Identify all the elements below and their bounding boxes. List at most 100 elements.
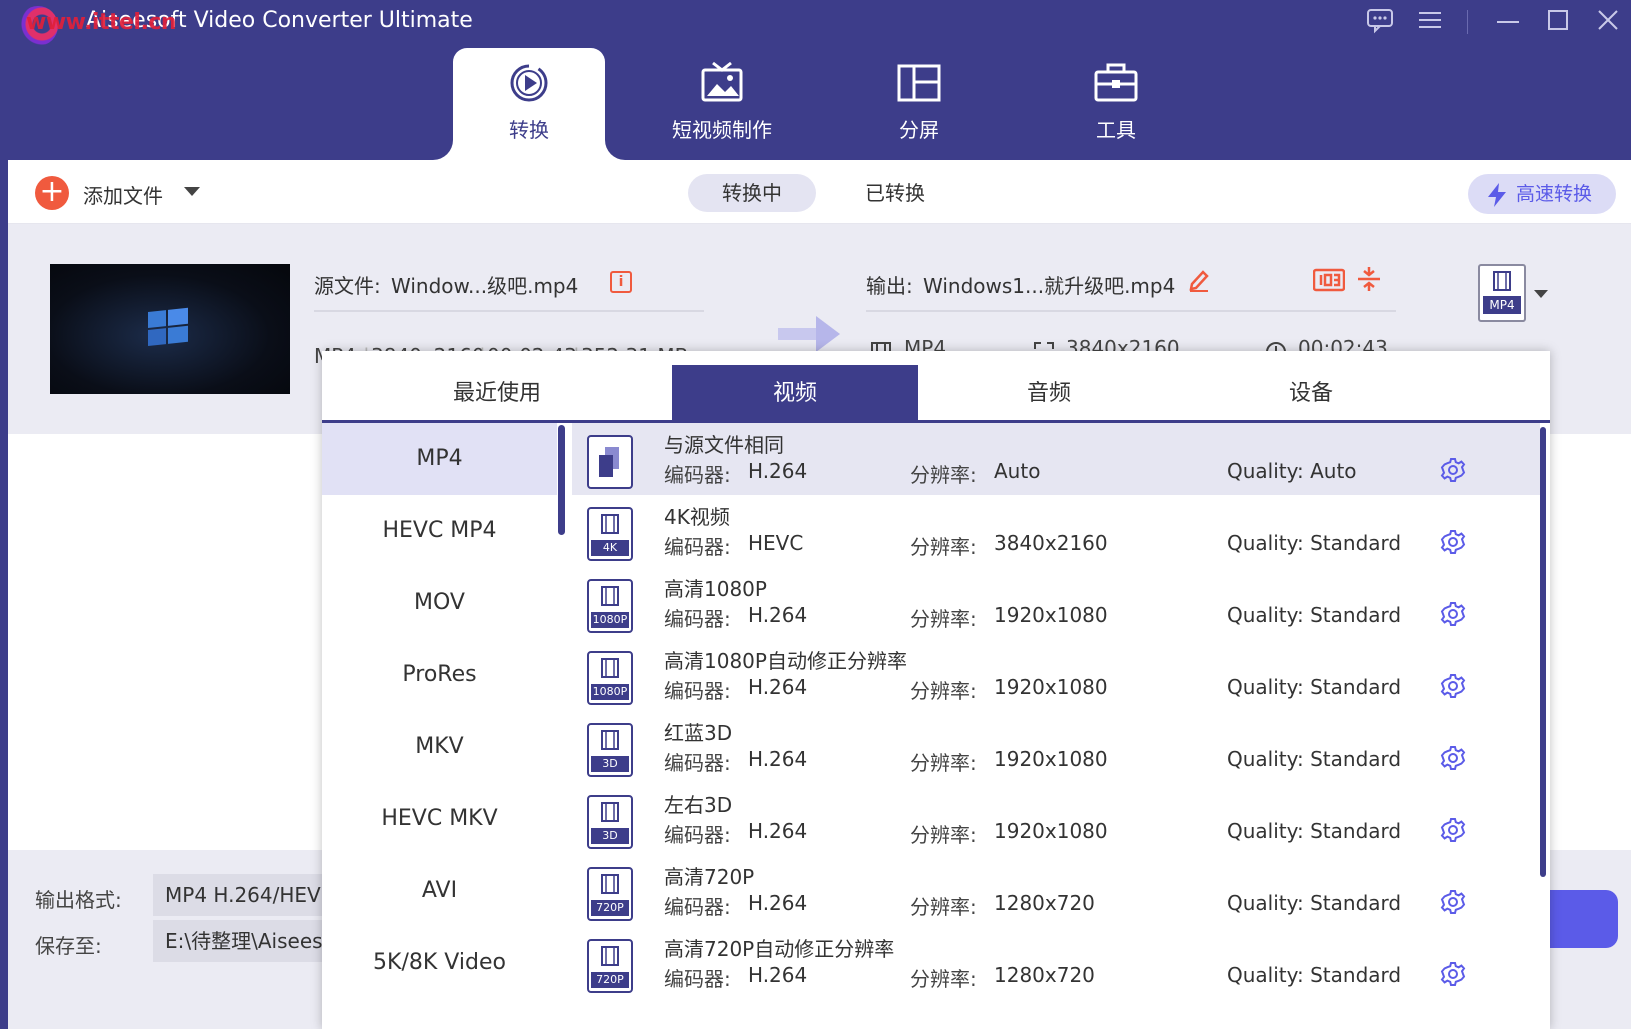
video-preset-icon: 720P (587, 867, 633, 921)
quality-value: Quality: Standard (1227, 603, 1402, 627)
category-scrollbar[interactable] (558, 425, 565, 535)
codec-label: 编码器: (664, 967, 731, 991)
convert-all-button[interactable] (1538, 890, 1618, 948)
preset-option[interactable]: 720P 高清720P自动修正分辨率 编码器: H.264 分辨率: 1280x720 Qu… (572, 927, 1540, 999)
close-icon[interactable] (1590, 6, 1626, 40)
add-file-button[interactable]: + (35, 176, 69, 210)
tab-converted[interactable]: 已转换 (840, 174, 950, 212)
source-file-prefix: 源文件: (314, 274, 381, 298)
category-hevc-mkv[interactable]: HEVC MKV (322, 783, 557, 855)
save-to-label: 保存至: (35, 934, 102, 958)
title-bar: Aiseesoft Video Converter Ultimate www.i… (0, 0, 1631, 160)
tab-mv[interactable]: 短视频制作 (646, 48, 798, 160)
format-dropdown-icon[interactable] (1534, 290, 1548, 298)
add-file-label[interactable]: 添加文件 (83, 180, 163, 209)
gear-icon[interactable] (1440, 889, 1466, 919)
tab-audio[interactable]: 音频 (918, 365, 1180, 423)
toolbox-icon (1094, 63, 1138, 102)
add-file-dropdown-icon[interactable] (184, 187, 200, 196)
info-icon[interactable]: i (610, 271, 632, 293)
preset-option[interactable]: 与源文件相同 编码器: H.264 分辨率: Auto Quality: Auto (572, 423, 1540, 495)
codec-value: HEVC (748, 531, 804, 555)
gear-icon[interactable] (1440, 457, 1466, 487)
output-prefix: 输出: (866, 274, 913, 298)
mv-icon (701, 61, 743, 102)
feedback-icon[interactable] (1362, 6, 1398, 40)
output-format-selector[interactable]: MP4 (1478, 264, 1526, 322)
tab-converting[interactable]: 转换中 (688, 174, 816, 212)
preset-option[interactable]: 720P 高清720P 编码器: H.264 分辨率: 1280x720 Quality: … (572, 855, 1540, 927)
preset-name: 高清720P自动修正分辨率 (664, 937, 895, 961)
category-5k8k-video[interactable]: 5K/8K Video (322, 927, 557, 999)
gear-icon[interactable] (1440, 961, 1466, 991)
output-file-name: Windows1...就升级吧.mp4 (923, 274, 1176, 298)
toolbar: + 添加文件 转换中 已转换 高速转换 (8, 160, 1631, 224)
divider (314, 310, 704, 312)
gear-icon[interactable] (1440, 817, 1466, 847)
category-hevc-mp4[interactable]: HEVC MP4 (322, 495, 557, 567)
tab-collage[interactable]: 分屏 (843, 48, 995, 160)
tab-toolbox[interactable]: 工具 (1040, 48, 1192, 160)
codec-label: 编码器: (664, 751, 731, 775)
collage-icon (897, 64, 941, 102)
gear-icon[interactable] (1440, 601, 1466, 631)
codec-label: 编码器: (664, 895, 731, 919)
minimize-icon[interactable] (1490, 6, 1526, 40)
codec-label: 编码器: (664, 463, 731, 487)
tab-convert[interactable]: 转换 (453, 48, 605, 160)
preset-name: 4K视频 (664, 505, 730, 529)
codec-label: 编码器: (664, 535, 731, 559)
preset-option[interactable]: 1080P 高清1080P 编码器: H.264 分辨率: 1920x1080 Qualit… (572, 567, 1540, 639)
codec-label: 编码器: (664, 679, 731, 703)
codec-label: 编码器: (664, 607, 731, 631)
preset-option[interactable]: 1080P 高清1080P自动修正分辨率 编码器: H.264 分辨率: 1920x108… (572, 639, 1540, 711)
codec-value: H.264 (748, 747, 808, 771)
video-preset-icon: 720P (587, 939, 633, 993)
cut-icon[interactable] (1356, 264, 1382, 294)
video-preset-icon: 3D (587, 795, 633, 849)
preset-list: 与源文件相同 编码器: H.264 分辨率: Auto Quality: Auto 4K 4K… (572, 423, 1550, 1029)
codec-value: H.264 (748, 459, 808, 483)
category-mp4[interactable]: MP4 (322, 423, 557, 495)
gear-icon[interactable] (1440, 673, 1466, 703)
category-avi[interactable]: AVI (322, 855, 557, 927)
output-format-field[interactable]: MP4 H.264/HEV (153, 874, 323, 916)
category-mkv[interactable]: MKV (322, 711, 557, 783)
preset-option[interactable]: 3D 左右3D 编码器: H.264 分辨率: 1920x1080 Quality: Sta… (572, 783, 1540, 855)
convert-icon (510, 64, 548, 102)
gear-icon[interactable] (1440, 529, 1466, 559)
preset-option[interactable]: 3D 红蓝3D 编码器: H.264 分辨率: 1920x1080 Quality: Sta… (572, 711, 1540, 783)
codec-value: H.264 (748, 819, 808, 843)
resolution-label: 分辨率: (910, 823, 977, 847)
preset-badge: 720P (596, 901, 624, 914)
id3-tag-icon[interactable] (1313, 268, 1345, 292)
tab-device[interactable]: 设备 (1180, 365, 1442, 423)
preset-scrollbar[interactable] (1540, 427, 1546, 877)
resolution-label: 分辨率: (910, 535, 977, 559)
codec-value: H.264 (748, 963, 808, 987)
codec-value: H.264 (748, 603, 808, 627)
edit-icon[interactable] (1188, 268, 1210, 292)
save-to-field[interactable]: E:\待整理\Aiseesc (153, 920, 323, 962)
quality-value: Quality: Standard (1227, 819, 1402, 843)
fast-convert-button[interactable]: 高速转换 (1468, 174, 1616, 214)
preset-option[interactable]: 4K 4K视频 编码器: HEVC 分辨率: 3840x2160 Quality: Stan… (572, 495, 1540, 567)
category-prores[interactable]: ProRes (322, 639, 557, 711)
category-list: MP4 HEVC MP4 MOV ProRes MKV HEVC MKV AVI… (322, 423, 565, 1029)
tab-recent[interactable]: 最近使用 (322, 365, 672, 423)
menu-icon[interactable] (1412, 6, 1448, 40)
panel-tabs: 最近使用 视频 音频 设备 (322, 351, 1550, 423)
divider (866, 310, 1396, 312)
resolution-value: 1280x720 (994, 963, 1095, 987)
quality-value: Quality: Standard (1227, 531, 1402, 555)
preset-name: 左右3D (664, 793, 733, 817)
format-panel: 最近使用 视频 音频 设备 MP4 HEVC MP4 MOV ProRes MK… (322, 351, 1550, 1029)
maximize-icon[interactable] (1540, 6, 1576, 40)
tab-video[interactable]: 视频 (672, 365, 918, 423)
video-preset-icon: 1080P (587, 579, 633, 633)
resolution-label: 分辨率: (910, 607, 977, 631)
category-mov[interactable]: MOV (322, 567, 557, 639)
gear-icon[interactable] (1440, 745, 1466, 775)
video-thumbnail[interactable] (50, 264, 290, 394)
tab-corner (433, 140, 453, 160)
